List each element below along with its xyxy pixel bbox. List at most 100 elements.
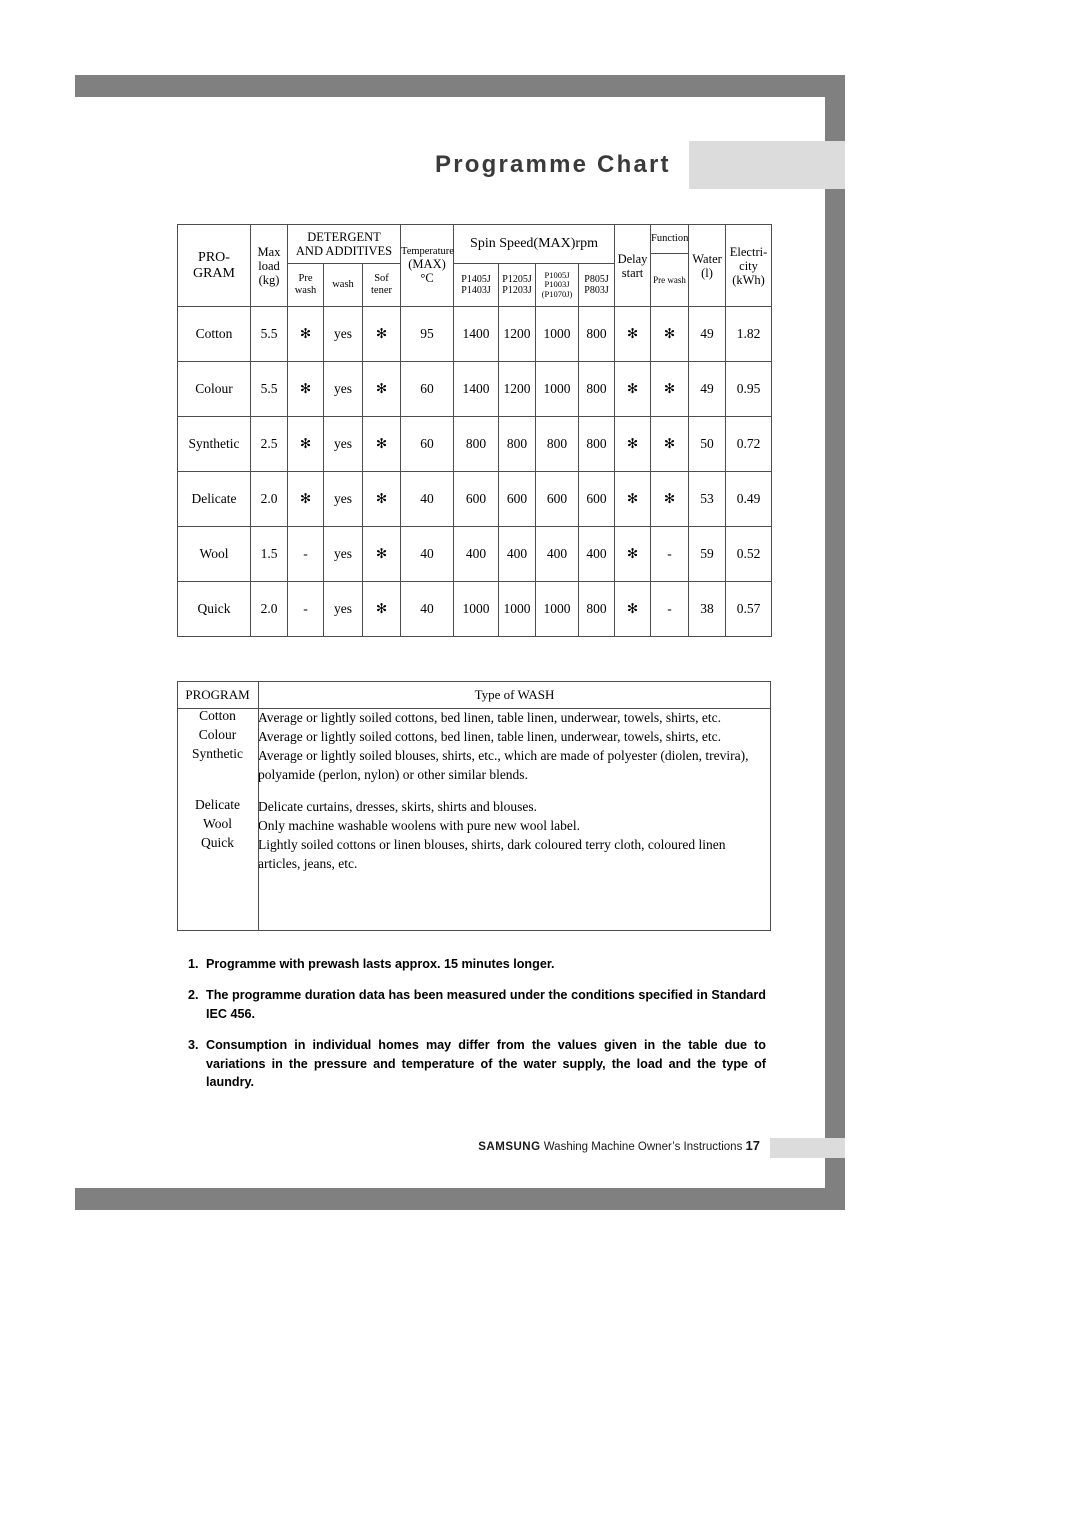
cell-spin-2: 400 — [498, 526, 537, 582]
header-model-4: P805J P803J — [578, 263, 616, 307]
cell-func-prewash: - — [650, 581, 690, 637]
cell-delay-start: ✻ — [614, 306, 652, 362]
header-model-1: P1405J P1403J — [453, 263, 500, 307]
cell-spin-2: 1200 — [498, 306, 537, 362]
cell-prewash: ✻ — [287, 361, 324, 417]
cell-program: Wool — [177, 526, 251, 582]
cell-temperature: 40 — [400, 471, 455, 527]
notes-list: 1. Programme with prewash lasts approx. … — [188, 955, 766, 1104]
cell-prewash: - — [287, 526, 324, 582]
cell-temperature: 40 — [400, 581, 455, 637]
cell-electricity: 0.49 — [725, 471, 773, 527]
page-frame-bottom-bar — [75, 1188, 845, 1210]
cell-spin-3: 800 — [535, 416, 580, 472]
header-detergent-additives: DETERGENT AND ADDITIVES — [286, 224, 402, 264]
header-model-4-line2: P803J — [584, 285, 609, 296]
header-water: Water (l) — [688, 224, 727, 307]
note-number: 3. — [188, 1037, 199, 1052]
header-detergent-line1: DETERGENT — [307, 230, 381, 244]
list-item: Cotton Average or lightly soiled cottons… — [177, 708, 771, 727]
header-max-load-line3: (kg) — [258, 272, 280, 287]
cell-electricity: 0.57 — [725, 581, 773, 637]
cell-water: 53 — [688, 471, 727, 527]
note-text: Programme with prewash lasts approx. 15 … — [206, 957, 555, 971]
header-detergent-softener-line1: Sof — [374, 273, 389, 285]
header-spin-speed: Spin Speed(MAX)rpm — [453, 224, 616, 264]
list-item: Synthetic Average or lightly soiled blou… — [177, 746, 771, 784]
cell-temperature: 60 — [400, 416, 455, 472]
note-number: 2. — [188, 987, 199, 1002]
header-detergent-line2: AND ADDITIVES — [295, 244, 393, 258]
cell-program: Synthetic — [177, 416, 251, 472]
header-detergent-wash: wash — [323, 263, 363, 307]
header-model-2-line2: P1203J — [502, 285, 532, 296]
header-detergent-prewash-line2: wash — [294, 285, 317, 296]
cell-max-load: 1.5 — [250, 526, 288, 582]
cell-spin-3: 1000 — [535, 581, 580, 637]
header-row-1: PRO- GRAM Max load (kg) DETERGENT AND AD… — [177, 224, 773, 307]
footer-title: Washing Machine Owner’s Instructions — [543, 1141, 743, 1153]
header-model-4-line1: P805J — [584, 273, 609, 285]
header-water-line2: (l) — [701, 265, 713, 280]
footer-accent-tab — [770, 1138, 845, 1158]
wash-row-program: Colour — [198, 727, 237, 743]
cell-func-prewash: ✻ — [650, 361, 690, 417]
header-detergent-wash-label: wash — [332, 279, 354, 291]
cell-func-prewash: ✻ — [650, 306, 690, 362]
header-model-3: P1005J P1003J (P1070J) — [535, 263, 580, 307]
cell-electricity: 0.52 — [725, 526, 773, 582]
wash-row-description: Average or lightly soiled cottons, bed l… — [258, 729, 721, 745]
cell-spin-3: 1000 — [535, 306, 580, 362]
cell-max-load: 5.5 — [250, 361, 288, 417]
wash-row-description: Average or lightly soiled cottons, bed l… — [258, 710, 721, 725]
cell-delay-start: ✻ — [614, 471, 652, 527]
wash-type-body: PROGRAM Type of WASH Cotton Average or l… — [177, 681, 771, 873]
header-model-1-line2: P1403J — [461, 285, 491, 296]
cell-wash: yes — [323, 361, 363, 417]
header-electricity: Electri- city (kWh) — [725, 224, 773, 307]
cell-prewash: ✻ — [287, 471, 324, 527]
cell-delay-start: ✻ — [614, 416, 652, 472]
header-delay-start: Delay start — [614, 224, 652, 307]
footer-page-number: 17 — [745, 1138, 760, 1153]
cell-spin-1: 400 — [453, 526, 500, 582]
wash-row-program: Quick — [201, 834, 234, 850]
note-item: 3. Consumption in individual homes may d… — [188, 1036, 766, 1093]
header-temperature-line3: °C — [420, 271, 434, 286]
header-function: Function — [650, 224, 690, 254]
cell-wash: yes — [323, 471, 363, 527]
cell-wash: yes — [323, 416, 363, 472]
cell-spin-1: 600 — [453, 471, 500, 527]
cell-water: 49 — [688, 306, 727, 362]
cell-spin-2: 800 — [498, 416, 537, 472]
header-temperature-line2: (MAX) — [408, 257, 446, 272]
cell-spin-4: 800 — [578, 361, 616, 417]
cell-spin-4: 400 — [578, 526, 616, 582]
header-electricity-line3: (kWh) — [732, 272, 765, 287]
cell-temperature: 60 — [400, 361, 455, 417]
cell-spin-3: 400 — [535, 526, 580, 582]
programme-chart-body: Cotton 5.5 ✻ yes ✻ 95 1400 1200 1000 800… — [177, 306, 773, 637]
header-program-line2: GRAM — [192, 265, 235, 281]
header-program-line1: PRO- — [198, 249, 230, 265]
cell-water: 49 — [688, 361, 727, 417]
header-delay-start-line1: Delay — [617, 251, 648, 266]
wash-row-description: Only machine washable woolens with pure … — [258, 817, 581, 833]
wash-row-description: Average or lightly soiled blouses, shirt… — [258, 748, 749, 783]
cell-wash: yes — [323, 306, 363, 362]
header-function-label: Function — [651, 233, 689, 245]
cell-water: 50 — [688, 416, 727, 472]
wash-row-program: Synthetic — [192, 746, 243, 762]
wash-row-program: Delicate — [195, 796, 240, 812]
cell-spin-1: 1400 — [453, 306, 500, 362]
note-text: Consumption in individual homes may diff… — [206, 1037, 766, 1090]
cell-delay-start: ✻ — [614, 526, 652, 582]
list-item: Quick Lightly soiled cottons or linen bl… — [177, 835, 771, 873]
header-function-prewash: Pre wash — [650, 253, 690, 307]
header-model-3-line3: (P1070J) — [541, 288, 573, 299]
cell-max-load: 5.5 — [250, 306, 288, 362]
wash-row-description: Delicate curtains, dresses, skirts, shir… — [258, 798, 537, 814]
header-detergent-softener-line2: tener — [371, 285, 392, 296]
cell-spin-4: 800 — [578, 416, 616, 472]
table-row: Delicate 2.0 ✻ yes ✻ 40 600 600 600 600 … — [177, 471, 773, 527]
